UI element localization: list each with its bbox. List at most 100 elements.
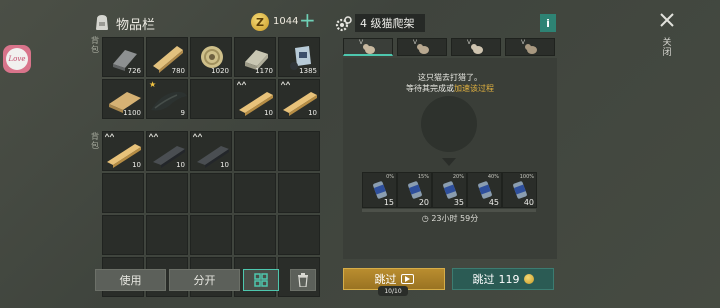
item-count: 10: [264, 109, 273, 117]
item-count: 726: [127, 67, 141, 75]
item-count: 1100: [123, 109, 141, 117]
item-count: 10: [308, 109, 317, 117]
storage-tab-char: 包: [91, 45, 99, 54]
inventory-slot-iron-bar[interactable]: 726: [102, 37, 144, 77]
close-label-char: 关: [662, 38, 672, 48]
slot-pointer: [442, 158, 456, 166]
submessage-prefix: 等待其完成或: [406, 84, 454, 93]
tab-level: V: [521, 39, 526, 46]
speed-up-link[interactable]: 加速该过程: [454, 84, 494, 93]
skip-pay-cost: 119: [498, 272, 520, 286]
reward-stage: 20% 35: [432, 172, 467, 208]
inventory-slot-wood-beam[interactable]: 10: [234, 79, 276, 119]
inventory-slot-crocodile[interactable]: ★ 9: [146, 79, 188, 119]
cat-icon: [525, 44, 537, 54]
inventory-slot-steel-bar[interactable]: 10: [146, 131, 188, 171]
skip-ad-counter: 10/10: [378, 286, 408, 296]
skip-pay-button[interactable]: 跳过 119: [452, 268, 554, 290]
inventory-slot-wood-beam[interactable]: 10: [102, 131, 144, 171]
gear-icon: [335, 16, 352, 32]
inventory-slot-empty[interactable]: [234, 131, 276, 171]
item-count: 780: [171, 67, 185, 75]
close-icon[interactable]: [657, 10, 677, 30]
clock-icon: ◷: [421, 214, 432, 223]
inventory-slot-cloth-bag[interactable]: 1385: [278, 37, 320, 77]
trash-icon: [298, 273, 308, 287]
inventory-slot-empty[interactable]: [102, 173, 144, 213]
reward-stage: 0% 15: [362, 172, 397, 208]
app-shortcut-icon[interactable]: Love: [3, 45, 31, 73]
inventory-slot-empty[interactable]: [278, 173, 320, 213]
info-button[interactable]: i: [540, 14, 556, 32]
timer: ◷ 23小时 59分: [343, 213, 557, 224]
tab-level: V: [359, 39, 364, 46]
stage-value: 40: [523, 198, 534, 207]
timer-text: 23小时 59分: [431, 214, 479, 223]
trash-button[interactable]: [290, 269, 316, 291]
reward-stage: 100% 40: [502, 172, 537, 208]
backpack-side-tab[interactable]: 背 包: [90, 132, 100, 150]
skip-pay-label: 跳过: [472, 273, 495, 286]
sort-button[interactable]: [243, 269, 279, 291]
inventory-slot-empty[interactable]: [190, 79, 232, 119]
inventory-slot-empty[interactable]: [278, 215, 320, 255]
add-coins-button[interactable]: +: [299, 10, 316, 30]
inventory-slot-empty[interactable]: [234, 215, 276, 255]
item-count: 1020: [211, 67, 229, 75]
building-title: 4 级猫爬架: [355, 14, 425, 32]
quality-chevron-icon: [281, 81, 290, 86]
inventory-slot-wood-beam[interactable]: 10: [278, 79, 320, 119]
backpack-icon: [96, 15, 108, 30]
stage-value: 35: [453, 198, 464, 207]
inventory-slot-wood-board[interactable]: 1100: [102, 79, 144, 119]
quality-chevron-icon: [193, 133, 202, 138]
item-count: 10: [220, 161, 229, 169]
video-ad-icon: [400, 274, 414, 284]
cat-icon: [471, 44, 483, 54]
status-message: 这只猫去打猎了。: [418, 73, 482, 82]
cat-tab-1[interactable]: V: [343, 38, 393, 56]
inventory-slot-empty[interactable]: [190, 215, 232, 255]
cat-tab-2[interactable]: V: [397, 38, 447, 56]
coin-icon: [523, 274, 534, 284]
inventory-slot-wood-plank[interactable]: 780: [146, 37, 188, 77]
use-button[interactable]: 使用: [95, 269, 166, 291]
tab-level: V: [413, 39, 418, 46]
item-count: 1170: [255, 67, 273, 75]
coin-icon: Z: [251, 13, 269, 31]
split-button[interactable]: 分开: [169, 269, 240, 291]
storage-tab-char: 背: [91, 36, 99, 45]
item-count: 10: [132, 161, 141, 169]
item-count: 9: [180, 109, 185, 117]
item-count: 10: [176, 161, 185, 169]
inventory-slot-empty[interactable]: [278, 131, 320, 171]
cat-slot-circle: [421, 96, 477, 152]
close-label[interactable]: 关 闭: [662, 38, 672, 58]
tab-level: V: [467, 39, 472, 46]
cat-tab-3[interactable]: V: [451, 38, 501, 56]
inventory-slot-stone-block[interactable]: 1170: [234, 37, 276, 77]
inventory-slot-empty[interactable]: [190, 173, 232, 213]
inventory-slot-rope-spool[interactable]: 1020: [190, 37, 232, 77]
cat-tab-4[interactable]: V: [505, 38, 555, 56]
stage-value: 15: [383, 198, 394, 207]
close-label-char: 闭: [662, 48, 672, 58]
inventory-slot-empty[interactable]: [146, 215, 188, 255]
cat-icon: [417, 44, 429, 54]
inventory-slot-steel-bar[interactable]: 10: [190, 131, 232, 171]
stage-progress-bar: [362, 209, 536, 212]
inventory-title: 物品栏: [116, 18, 156, 33]
quality-chevron-icon: [105, 133, 114, 138]
stage-value: 20: [418, 198, 429, 207]
backpack-tab-char: 包: [91, 141, 99, 150]
inventory-slot-empty[interactable]: [234, 173, 276, 213]
inventory-slot-empty[interactable]: [102, 215, 144, 255]
stage-value: 45: [488, 198, 499, 207]
storage-grid: 726 780 1020 1170 1385 1100 ★ 9 10 10: [102, 37, 320, 119]
storage-side-tab[interactable]: 背 包: [90, 36, 100, 54]
status-submessage: 等待其完成或加速该过程: [343, 83, 557, 94]
skip-ad-label: 跳过: [374, 273, 397, 286]
coin-count: 1044: [273, 16, 299, 27]
item-count: 1385: [299, 67, 317, 75]
inventory-slot-empty[interactable]: [146, 173, 188, 213]
